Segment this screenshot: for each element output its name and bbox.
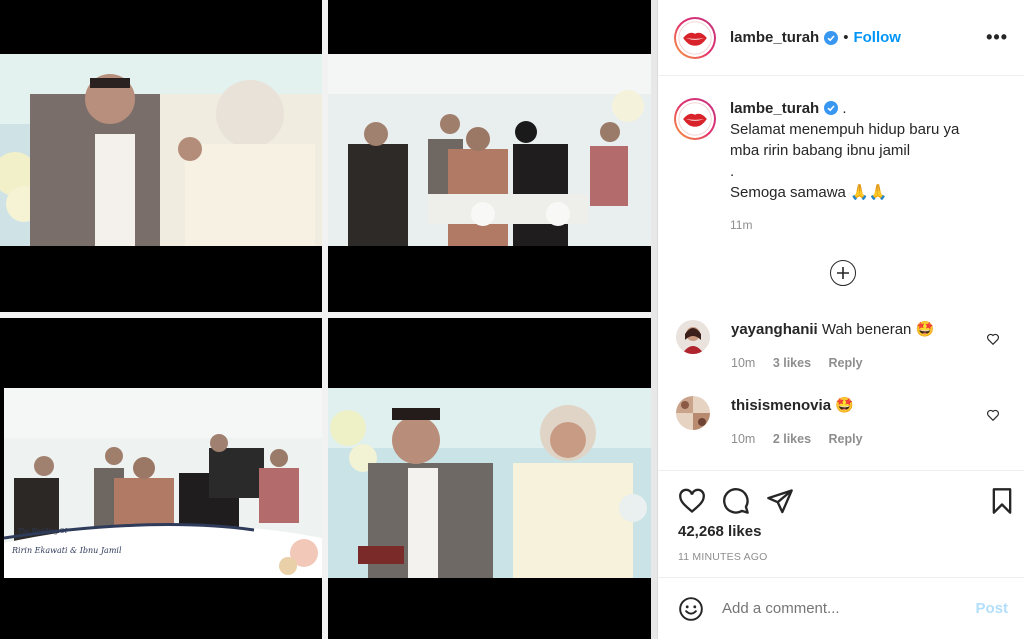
comment-icon[interactable]: [722, 487, 750, 515]
comment-username[interactable]: yayanghanii: [731, 321, 818, 338]
comment-input[interactable]: [722, 600, 976, 617]
verified-badge-icon: [824, 101, 839, 115]
add-comment-bar: Post: [658, 577, 1024, 639]
commenter-avatar[interactable]: [676, 396, 710, 430]
caption-line: Selamat menempuh hidup baru ya: [730, 121, 960, 138]
comment-item: thisismenovia 🤩 10m 2 likes Reply: [676, 396, 1008, 446]
follow-button[interactable]: Follow: [853, 29, 901, 46]
reply-button[interactable]: Reply: [829, 356, 863, 370]
share-icon[interactable]: [766, 487, 794, 515]
post-caption: lambe_turah . Selamat menempuh hidup bar…: [674, 98, 1008, 236]
invitation-title: The Wedding Of: [18, 528, 67, 535]
reply-button[interactable]: Reply: [829, 432, 863, 446]
verified-badge-icon: [824, 30, 839, 45]
plus-circle-icon: [837, 267, 849, 279]
collage-divider-horizontal: [0, 312, 657, 318]
heart-icon[interactable]: [986, 332, 1000, 346]
post-actions: 42,268 likes 11 MINUTES AGO: [658, 470, 1024, 570]
likes-count[interactable]: 42,268 likes: [678, 523, 761, 540]
comment-text: Wah beneran 🤩: [821, 321, 935, 338]
header-separator: •: [843, 29, 849, 46]
caption-line: Semoga samawa 🙏🙏: [730, 184, 888, 201]
caption-author-avatar[interactable]: [674, 98, 716, 140]
comment-text: 🤩: [835, 397, 854, 414]
like-heart-icon[interactable]: [678, 487, 706, 515]
comment-likes[interactable]: 3 likes: [773, 356, 811, 370]
post-media-collage[interactable]: The Wedding Of Ririn Ekawati & Ibnu Jami…: [0, 0, 657, 639]
photo-invitation-frame: The Wedding Of Ririn Ekawati & Ibnu Jami…: [4, 388, 322, 578]
comment-username[interactable]: thisismenovia: [731, 397, 831, 414]
caption-time[interactable]: 11m: [730, 215, 959, 236]
author-username[interactable]: lambe_turah: [730, 29, 819, 46]
caption-line: mba ririn babang ibnu jamil: [730, 142, 911, 159]
heart-icon[interactable]: [986, 408, 1000, 422]
post-header: lambe_turah • Follow •••: [658, 0, 1024, 76]
caption-suffix: .: [838, 100, 847, 117]
load-more-comments-button[interactable]: [830, 260, 856, 286]
invitation-names: Ririn Ekawati & Ibnu Jamil: [12, 546, 122, 555]
photo-couple-smiling: [328, 388, 651, 578]
caption-username[interactable]: lambe_turah: [730, 100, 819, 117]
bookmark-icon[interactable]: [988, 487, 1016, 515]
more-options-icon[interactable]: •••: [986, 27, 1008, 48]
comment-time[interactable]: 10m: [731, 356, 755, 370]
post-timestamp[interactable]: 11 MINUTES AGO: [678, 551, 768, 563]
caption-line: .: [730, 163, 735, 180]
post-comment-button[interactable]: Post: [975, 600, 1008, 617]
comment-likes[interactable]: 2 likes: [773, 432, 811, 446]
post-side-panel: lambe_turah • Follow ••• lambe_turah . S…: [657, 0, 1024, 639]
comment-item: yayanghanii Wah beneran 🤩 10m 3 likes Re…: [676, 320, 1008, 370]
caption-text: lambe_turah . Selamat menempuh hidup bar…: [730, 98, 959, 236]
author-avatar[interactable]: [674, 16, 716, 59]
photo-veil-lifting: [0, 54, 322, 246]
photo-ceremony-table: [328, 54, 651, 246]
collage-divider-vertical: [322, 0, 328, 639]
commenter-avatar[interactable]: [676, 320, 710, 354]
emoji-icon[interactable]: [678, 596, 704, 622]
comment-time[interactable]: 10m: [731, 432, 755, 446]
